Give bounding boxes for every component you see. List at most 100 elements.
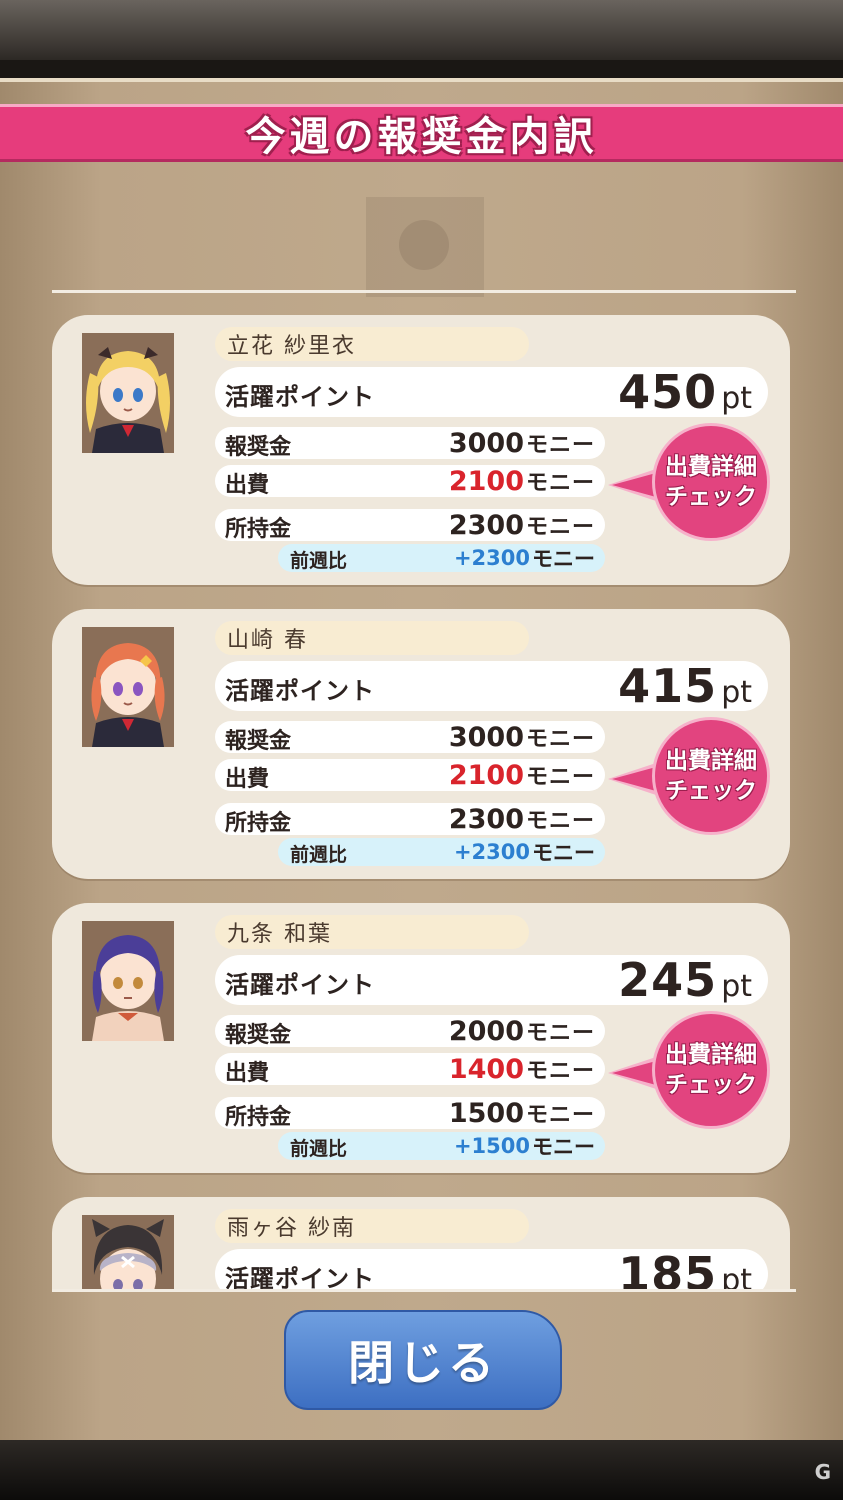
balance-label: 所持金 — [225, 517, 292, 542]
activity-points-label: 活躍ポイント — [225, 971, 375, 999]
balance-value: 1500 モニー — [449, 1097, 595, 1129]
week-comparison-label: 前週比 — [290, 844, 348, 866]
activity-points-row: 活躍ポイント 450 pt — [215, 365, 768, 419]
points-unit: pt — [721, 381, 752, 416]
character-name: 雨ヶ谷 紗南 — [215, 1209, 529, 1243]
title-banner: 今週の報奨金内訳 — [0, 104, 843, 162]
character-avatar — [82, 921, 174, 1041]
reward-label: 報奨金 — [225, 729, 292, 754]
reward-row: 報奨金 3000 モニー — [215, 427, 605, 460]
points-number: 245 — [618, 953, 718, 1007]
expense-value: 2100 モニー — [449, 465, 595, 497]
expense-amount: 2100 — [448, 465, 524, 497]
check-button-line2: チェック — [665, 484, 757, 510]
activity-points-value: 185 pt — [618, 1247, 752, 1289]
bottom-divider — [52, 1289, 796, 1292]
balance-row: 所持金 2300 モニー — [215, 509, 605, 542]
activity-points-value: 245 pt — [618, 953, 752, 1007]
top-divider — [52, 290, 796, 293]
balance-label: 所持金 — [225, 811, 292, 836]
expense-detail-check-button[interactable]: 出費詳細 チェック — [652, 1011, 770, 1129]
money-unit: モニー — [532, 1135, 595, 1159]
check-button-line1: 出費詳細 — [665, 748, 757, 774]
money-unit: モニー — [525, 727, 595, 752]
expense-amount: 1400 — [448, 1053, 524, 1085]
balance-label: 所持金 — [225, 1105, 292, 1130]
activity-points-row: 活躍ポイント 185 pt — [215, 1247, 768, 1289]
bubble-tail — [612, 767, 656, 791]
character-avatar — [82, 1215, 174, 1289]
site-logo-icon: G — [814, 1460, 831, 1484]
week-comparison-row: 前週比 +2300 モニー — [278, 838, 605, 866]
week-comparison-amount: +1500 — [453, 1134, 530, 1158]
expense-amount: 2100 — [448, 759, 524, 791]
activity-points-value: 450 pt — [618, 365, 752, 419]
week-comparison-amount: +2300 — [453, 840, 530, 864]
reward-amount: 3000 — [448, 721, 524, 753]
week-comparison-row: 前週比 +1500 モニー — [278, 1132, 605, 1160]
expense-label: 出費 — [225, 473, 270, 498]
points-number: 415 — [618, 659, 718, 713]
money-unit: モニー — [525, 471, 595, 496]
background-decoration — [366, 197, 484, 297]
money-unit: モニー — [525, 515, 595, 540]
points-unit: pt — [721, 1263, 752, 1289]
balance-value: 2300 モニー — [449, 803, 595, 835]
check-button-line1: 出費詳細 — [665, 454, 757, 480]
expense-row: 出費 2100 モニー — [215, 465, 605, 498]
money-unit: モニー — [525, 433, 595, 458]
reward-value: 3000 モニー — [449, 721, 595, 753]
week-comparison-label: 前週比 — [290, 550, 348, 572]
character-card: 雨ヶ谷 紗南 活躍ポイント 185 pt — [52, 1197, 790, 1289]
check-button-line1: 出費詳細 — [665, 1042, 757, 1068]
expense-label: 出費 — [225, 1061, 270, 1086]
reward-row: 報奨金 3000 モニー — [215, 721, 605, 754]
check-button-line2: チェック — [665, 778, 757, 804]
week-comparison-amount: +2300 — [453, 546, 530, 570]
money-unit: モニー — [525, 1103, 595, 1128]
activity-points-label: 活躍ポイント — [225, 1265, 375, 1289]
top-letterbox — [0, 0, 843, 60]
bubble-tail — [612, 1061, 656, 1085]
reward-label: 報奨金 — [225, 435, 292, 460]
week-comparison-label: 前週比 — [290, 1138, 348, 1160]
balance-value: 2300 モニー — [449, 509, 595, 541]
dialog-title: 今週の報奨金内訳 — [245, 114, 598, 160]
money-unit: モニー — [525, 1021, 595, 1046]
activity-points-label: 活躍ポイント — [225, 383, 375, 411]
reward-amount: 3000 — [448, 427, 524, 459]
reward-label: 報奨金 — [225, 1023, 292, 1048]
character-card: 立花 紗里衣 活躍ポイント 450 pt 報奨金 3000 モニー 出費 2100… — [52, 315, 790, 585]
activity-points-row: 活躍ポイント 415 pt — [215, 659, 768, 713]
bubble-tail — [612, 473, 656, 497]
reward-value: 3000 モニー — [449, 427, 595, 459]
balance-row: 所持金 2300 モニー — [215, 803, 605, 836]
money-unit: モニー — [532, 841, 595, 865]
expense-row: 出費 2100 モニー — [215, 759, 605, 792]
balance-amount: 2300 — [448, 509, 524, 541]
expense-detail-check-button[interactable]: 出費詳細 チェック — [652, 423, 770, 541]
balance-row: 所持金 1500 モニー — [215, 1097, 605, 1130]
character-list[interactable]: 立花 紗里衣 活躍ポイント 450 pt 報奨金 3000 モニー 出費 2100… — [52, 307, 796, 1289]
activity-points-label: 活躍ポイント — [225, 677, 375, 705]
points-number: 450 — [618, 365, 718, 419]
character-avatar — [82, 627, 174, 747]
reward-amount: 2000 — [448, 1015, 524, 1047]
expense-row: 出費 1400 モニー — [215, 1053, 605, 1086]
activity-points-row: 活躍ポイント 245 pt — [215, 953, 768, 1007]
expense-label: 出費 — [225, 767, 270, 792]
expense-detail-check-button[interactable]: 出費詳細 チェック — [652, 717, 770, 835]
bottom-letterbox — [0, 1440, 843, 1500]
expense-value: 2100 モニー — [449, 759, 595, 791]
money-unit: モニー — [525, 1059, 595, 1084]
reward-breakdown-dialog: 今週の報奨金内訳 立花 紗里衣 活躍ポイント 450 pt 報奨金 3000 モ… — [0, 78, 843, 1440]
character-name: 山崎 春 — [215, 621, 529, 655]
money-unit: モニー — [525, 765, 595, 790]
character-card: 山崎 春 活躍ポイント 415 pt 報奨金 3000 モニー 出費 2100 モニ… — [52, 609, 790, 879]
close-button[interactable]: 閉じる — [284, 1310, 562, 1410]
activity-points-value: 415 pt — [618, 659, 752, 713]
money-unit: モニー — [532, 547, 595, 571]
week-comparison-value: +1500 モニー — [454, 1132, 595, 1160]
money-unit: モニー — [525, 809, 595, 834]
character-avatar — [82, 333, 174, 453]
